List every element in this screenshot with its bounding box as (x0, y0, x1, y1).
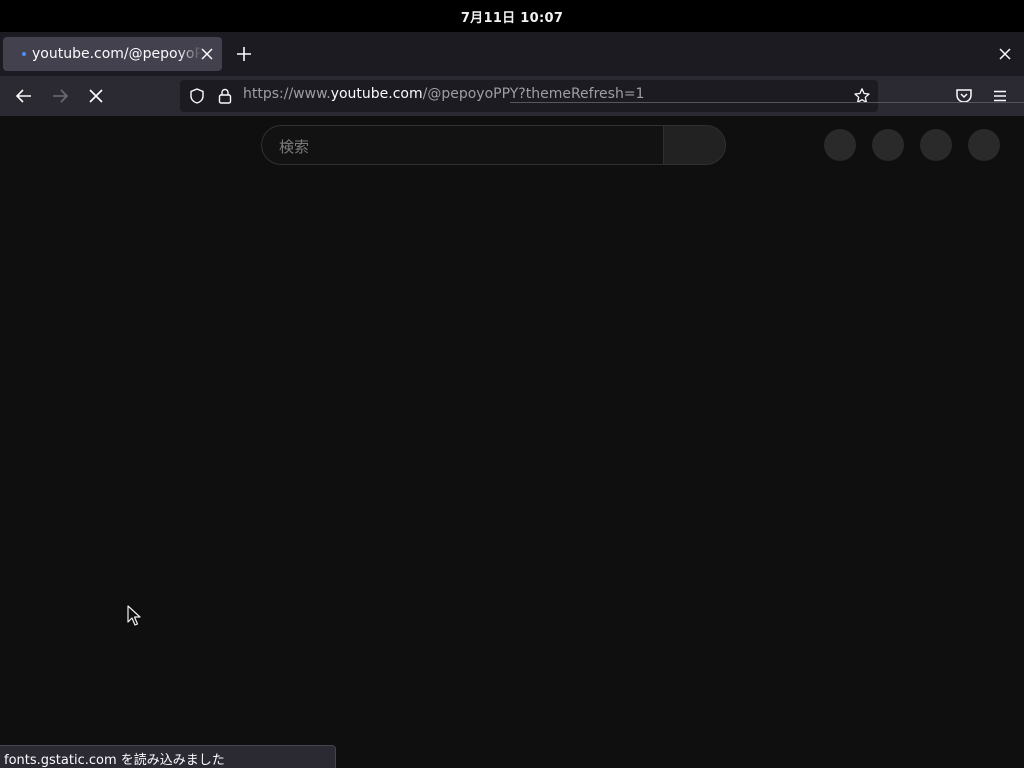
search-input[interactable]: 検索 (261, 125, 663, 165)
system-top-bar: 7月11日 10:07 (0, 0, 1024, 32)
tab-strip: youtube.com/@pepoyoPPY (0, 32, 1024, 76)
system-clock[interactable]: 7月11日 10:07 (461, 7, 563, 26)
close-tab-icon[interactable] (198, 45, 216, 63)
new-tab-button[interactable] (233, 43, 255, 65)
url-text[interactable]: https://www.youtube.com/@pepoyoPPY?theme… (243, 86, 644, 102)
status-panel: fonts.gstatic.com を読み込みました (0, 745, 336, 768)
header-placeholder-icon (968, 129, 1000, 161)
url-prefix: https://www. (243, 86, 331, 102)
header-placeholder-icon (920, 129, 952, 161)
loading-indicator-icon (22, 52, 26, 56)
page-load-progress-line (510, 102, 1024, 103)
header-placeholder-icon (872, 129, 904, 161)
search-placeholder: 検索 (279, 138, 310, 156)
url-path: /@pepoyoPPY?themeRefresh=1 (422, 86, 645, 102)
stop-loading-button[interactable] (84, 84, 108, 108)
forward-button[interactable] (48, 84, 72, 108)
pocket-button[interactable] (952, 84, 976, 108)
hamburger-menu-button[interactable] (988, 84, 1012, 108)
mouse-cursor-icon (127, 605, 141, 627)
url-host: youtube.com (330, 86, 423, 102)
tab-title: youtube.com/@pepoyoPPY (32, 46, 202, 62)
lock-icon[interactable] (216, 87, 234, 105)
navigation-toolbar: https://www.youtube.com/@pepoyoPPY?theme… (0, 76, 1024, 116)
youtube-search: 検索 (261, 125, 726, 165)
close-window-button[interactable] (994, 43, 1016, 65)
address-bar[interactable]: https://www.youtube.com/@pepoyoPPY?theme… (180, 80, 878, 112)
browser-tab[interactable]: youtube.com/@pepoyoPPY (3, 37, 222, 71)
header-placeholder-icon (824, 129, 856, 161)
back-button[interactable] (12, 84, 36, 108)
search-button[interactable] (663, 125, 726, 165)
shield-icon[interactable] (188, 87, 206, 105)
